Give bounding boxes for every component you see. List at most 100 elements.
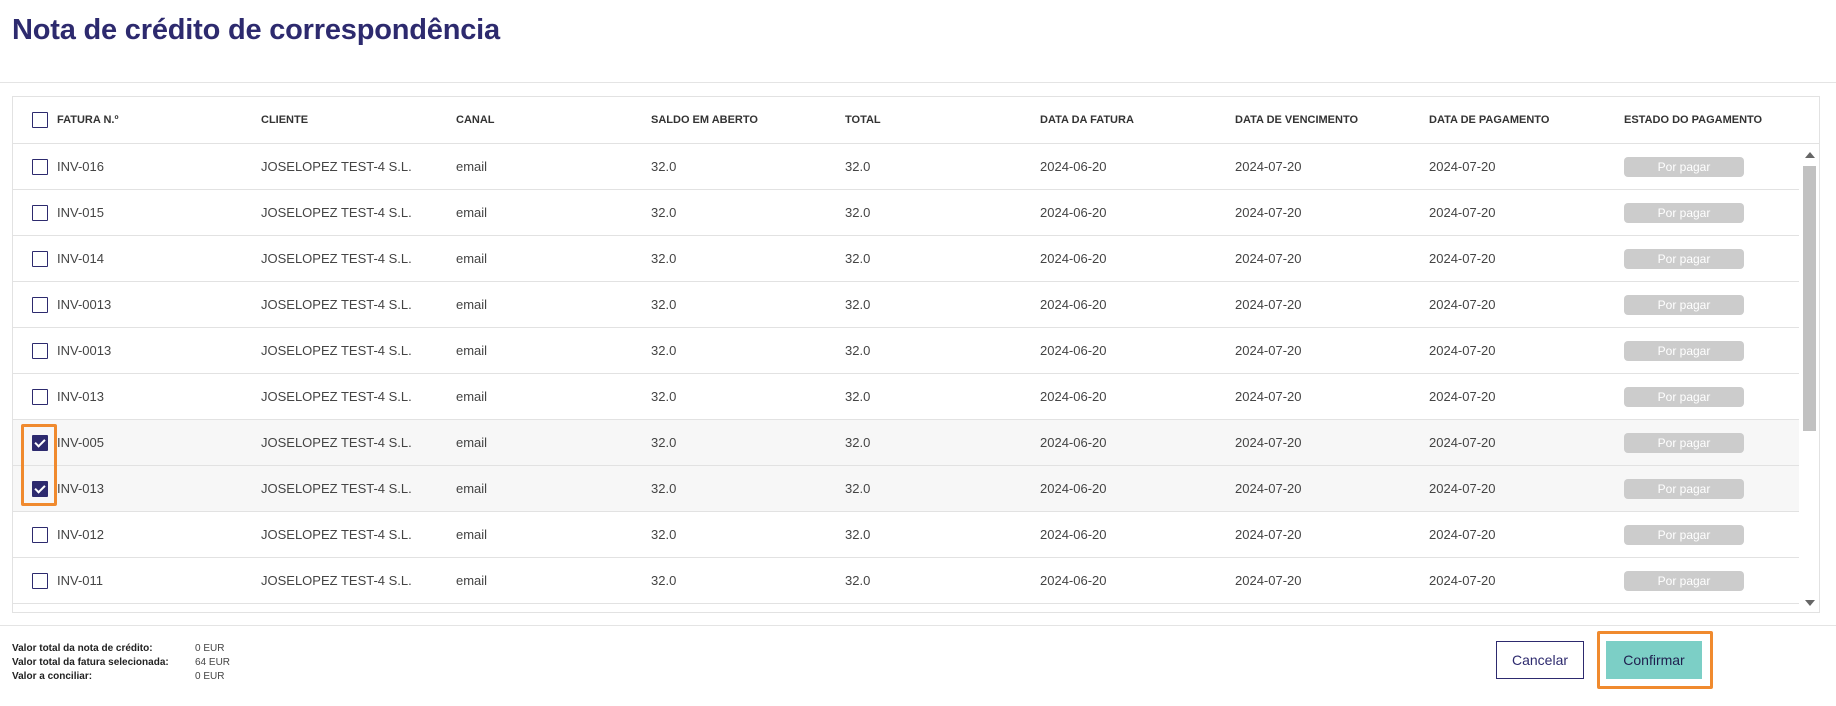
payment-date-cell: 2024-07-20 <box>1429 527 1496 542</box>
cancel-button[interactable]: Cancelar <box>1496 641 1584 679</box>
select-all-checkbox[interactable] <box>32 112 48 128</box>
column-header-invoice[interactable]: FATURA N.º <box>57 97 118 144</box>
invoice-number-cell: INV-0013 <box>57 297 112 312</box>
due-date-cell: 2024-07-20 <box>1235 481 1302 496</box>
invoice-table: FATURA N.º CLIENTE CANAL SALDO EM ABERTO… <box>12 96 1820 613</box>
payment-status-badge: Por pagar <box>1624 341 1744 361</box>
total-cell: 32.0 <box>845 159 871 174</box>
table-row[interactable]: INV-016 JOSELOPEZ TEST-4 S.L. email 32.0 32.… <box>13 144 1801 190</box>
invoice-number-cell: INV-013 <box>57 481 104 496</box>
payment-date-cell: 2024-07-20 <box>1429 481 1496 496</box>
channel-cell: email <box>456 527 488 542</box>
channel-cell: email <box>456 435 488 450</box>
invoice-date-cell: 2024-06-20 <box>1040 435 1107 450</box>
due-date-cell: 2024-07-20 <box>1235 205 1302 220</box>
invoice-date-cell: 2024-06-20 <box>1040 573 1107 588</box>
payment-date-cell: 2024-07-20 <box>1429 343 1496 358</box>
invoice-date-cell: 2024-06-20 <box>1040 527 1107 542</box>
table-row[interactable]: INV-013 JOSELOPEZ TEST-4 S.L. email 32.0 32.… <box>13 466 1801 512</box>
row-checkbox[interactable] <box>32 527 48 543</box>
payment-status-badge: Por pagar <box>1624 479 1744 499</box>
open-balance-cell: 32.0 <box>651 389 677 404</box>
row-checkbox-checked[interactable] <box>32 481 48 497</box>
invoice-date-cell: 2024-06-20 <box>1040 389 1107 404</box>
column-header-payment-date[interactable]: DATA DE PAGAMENTO <box>1429 97 1549 144</box>
due-date-cell: 2024-07-20 <box>1235 343 1302 358</box>
total-cell: 32.0 <box>845 481 871 496</box>
vertical-scrollbar[interactable] <box>1799 144 1819 612</box>
column-header-open-balance[interactable]: SALDO EM ABERTO <box>651 97 758 144</box>
open-balance-cell: 32.0 <box>651 159 677 174</box>
column-header-client[interactable]: CLIENTE <box>261 97 308 144</box>
open-balance-cell: 32.0 <box>651 527 677 542</box>
row-checkbox[interactable] <box>32 159 48 175</box>
credit-note-total-label: Valor total da nota de crédito: <box>12 643 153 654</box>
scrollbar-thumb[interactable] <box>1803 166 1816 431</box>
table-row[interactable]: INV-012 JOSELOPEZ TEST-4 S.L. email 32.0 32.… <box>13 512 1801 558</box>
table-row[interactable]: INV-011 JOSELOPEZ TEST-4 S.L. email 32.0 32.… <box>13 558 1801 604</box>
row-checkbox[interactable] <box>32 343 48 359</box>
row-checkbox[interactable] <box>32 573 48 589</box>
channel-cell: email <box>456 573 488 588</box>
column-header-due-date[interactable]: DATA DE VENCIMENTO <box>1235 97 1358 144</box>
table-row[interactable]: INV-005 JOSELOPEZ TEST-4 S.L. email 32.0 32.… <box>13 420 1801 466</box>
row-checkbox[interactable] <box>32 205 48 221</box>
column-header-channel[interactable]: CANAL <box>456 97 495 144</box>
channel-cell: email <box>456 297 488 312</box>
channel-cell: email <box>456 159 488 174</box>
credit-note-total-value: 0 EUR <box>195 643 225 654</box>
column-header-payment-status[interactable]: ESTADO DO PAGAMENTO <box>1624 97 1762 144</box>
payment-status-badge: Por pagar <box>1624 203 1744 223</box>
payment-status-badge: Por pagar <box>1624 295 1744 315</box>
scroll-up-arrow-icon[interactable] <box>1805 152 1815 158</box>
client-cell: JOSELOPEZ TEST-4 S.L. <box>261 297 412 312</box>
row-checkbox[interactable] <box>32 251 48 267</box>
selected-invoice-total-value: 64 EUR <box>195 657 231 668</box>
invoice-date-cell: 2024-06-20 <box>1040 297 1107 312</box>
invoice-date-cell: 2024-06-20 <box>1040 205 1107 220</box>
payment-date-cell: 2024-07-20 <box>1429 251 1496 266</box>
client-cell: JOSELOPEZ TEST-4 S.L. <box>261 481 412 496</box>
payment-date-cell: 2024-07-20 <box>1429 159 1496 174</box>
open-balance-cell: 32.0 <box>651 573 677 588</box>
payment-status-badge: Por pagar <box>1624 571 1744 591</box>
row-checkbox-checked[interactable] <box>32 435 48 451</box>
table-row[interactable]: INV-0013 JOSELOPEZ TEST-4 S.L. email 32.0 32… <box>13 282 1801 328</box>
payment-date-cell: 2024-07-20 <box>1429 435 1496 450</box>
header-divider <box>0 82 1836 83</box>
column-header-total[interactable]: TOTAL <box>845 97 881 144</box>
total-cell: 32.0 <box>845 435 871 450</box>
due-date-cell: 2024-07-20 <box>1235 297 1302 312</box>
client-cell: JOSELOPEZ TEST-4 S.L. <box>261 205 412 220</box>
table-row[interactable]: INV-0013 JOSELOPEZ TEST-4 S.L. email 32.0 32… <box>13 328 1801 374</box>
invoice-number-cell: INV-013 <box>57 389 104 404</box>
invoice-date-cell: 2024-06-20 <box>1040 159 1107 174</box>
invoice-date-cell: 2024-06-20 <box>1040 251 1107 266</box>
client-cell: JOSELOPEZ TEST-4 S.L. <box>261 435 412 450</box>
invoice-number-cell: INV-016 <box>57 159 104 174</box>
invoice-number-cell: INV-015 <box>57 205 104 220</box>
payment-status-badge: Por pagar <box>1624 387 1744 407</box>
total-cell: 32.0 <box>845 297 871 312</box>
total-cell: 32.0 <box>845 205 871 220</box>
due-date-cell: 2024-07-20 <box>1235 251 1302 266</box>
row-checkbox[interactable] <box>32 389 48 405</box>
payment-date-cell: 2024-07-20 <box>1429 205 1496 220</box>
amount-to-reconcile-value: 0 EUR <box>195 671 225 682</box>
row-checkbox[interactable] <box>32 297 48 313</box>
due-date-cell: 2024-07-20 <box>1235 573 1302 588</box>
table-row[interactable]: INV-013 JOSELOPEZ TEST-4 S.L. email 32.0 32.… <box>13 374 1801 420</box>
channel-cell: email <box>456 251 488 266</box>
client-cell: JOSELOPEZ TEST-4 S.L. <box>261 159 412 174</box>
column-header-invoice-date[interactable]: DATA DA FATURA <box>1040 97 1134 144</box>
confirm-button[interactable]: Confirmar <box>1606 641 1702 679</box>
invoice-date-cell: 2024-06-20 <box>1040 481 1107 496</box>
table-row[interactable]: INV-014 JOSELOPEZ TEST-4 S.L. email 32.0 32.… <box>13 236 1801 282</box>
scroll-down-arrow-icon[interactable] <box>1805 600 1815 606</box>
total-cell: 32.0 <box>845 251 871 266</box>
amount-to-reconcile-label: Valor a conciliar: <box>12 671 93 682</box>
table-row[interactable]: INV-015 JOSELOPEZ TEST-4 S.L. email 32.0 32.… <box>13 190 1801 236</box>
open-balance-cell: 32.0 <box>651 205 677 220</box>
payment-status-badge: Por pagar <box>1624 433 1744 453</box>
payment-date-cell: 2024-07-20 <box>1429 573 1496 588</box>
